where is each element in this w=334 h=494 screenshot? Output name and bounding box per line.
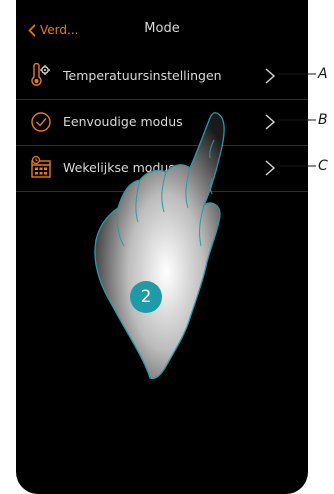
- menu-item-label: Temperatuursinstellingen: [63, 68, 222, 83]
- phone-screen: Verd... Mode Temperatuursinstellingen Ee…: [16, 0, 308, 494]
- weekly-calendar-icon: [31, 155, 51, 178]
- check-circle-icon: [31, 112, 51, 132]
- callout-letter-c: C: [318, 158, 328, 174]
- menu-item-label: Wekelijkse modus: [63, 160, 175, 175]
- menu-item-simple-mode[interactable]: Eenvoudige modus: [16, 100, 308, 146]
- chevron-right-icon: [265, 160, 276, 176]
- menu-item-weekly-mode[interactable]: Wekelijkse modus: [16, 146, 308, 192]
- page-title: Mode: [144, 21, 180, 36]
- thermometer-gear-icon: [31, 63, 50, 86]
- menu-item-temperature-settings[interactable]: Temperatuursinstellingen: [16, 54, 308, 100]
- chevron-right-icon: [265, 114, 276, 130]
- chevron-right-icon: [265, 68, 276, 84]
- step-number-badge: 2: [130, 281, 162, 313]
- callout-letter-a: A: [318, 66, 328, 82]
- callout-letter-b: B: [318, 112, 328, 128]
- nav-header: Verd... Mode: [16, 0, 308, 54]
- menu-item-label: Eenvoudige modus: [63, 114, 183, 129]
